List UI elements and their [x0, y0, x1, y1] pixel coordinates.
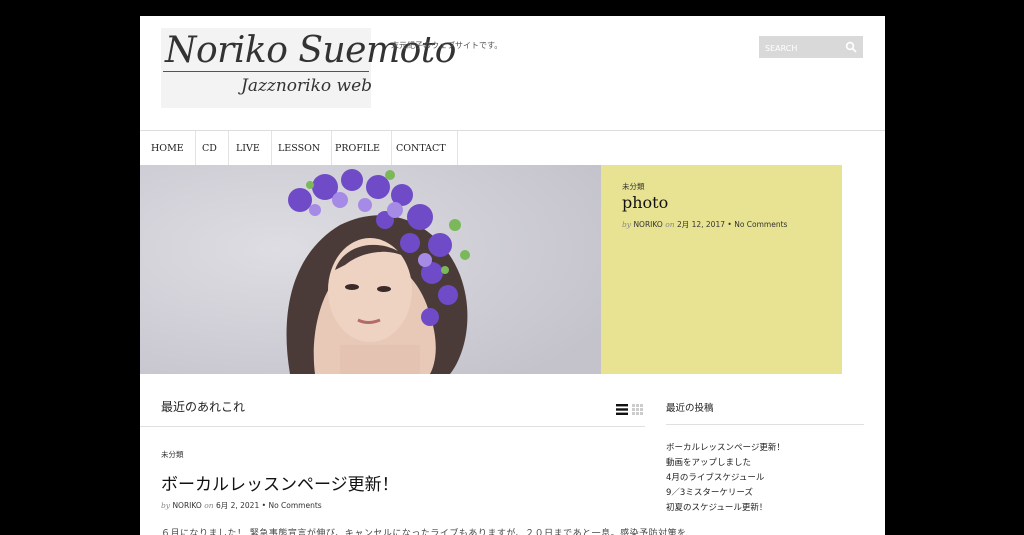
page: Noriko Suemoto Jazznoriko web 末元紀子のウェブサイ…	[140, 16, 885, 535]
post-meta: by NORIKO on 6月 2, 2021 • No Comments	[161, 500, 322, 511]
search-input[interactable]	[759, 37, 845, 60]
recent-posts-list: ボーカルレッスンページ更新！ 動画をアップしました 4月のライブスケジュール 9…	[666, 441, 785, 516]
section-title: 最近のあれこれ	[161, 400, 246, 414]
nav-profile[interactable]: PROFILE	[324, 131, 392, 166]
meta-comments[interactable]: No Comments	[268, 501, 321, 510]
nav-live[interactable]: LIVE	[225, 131, 272, 166]
meta-comments[interactable]: No Comments	[734, 220, 787, 229]
post-title[interactable]: ボーカルレッスンページ更新！	[161, 470, 399, 495]
hero-category[interactable]: 未分類	[622, 181, 645, 192]
recent-post-link[interactable]: 9／3ミスターケリーズ	[666, 486, 785, 501]
site-tagline: 末元紀子のウェブサイトです。	[391, 41, 503, 50]
hero-slide: 未分類 photo by NORIKO on 2月 12, 2017 • No …	[140, 165, 885, 374]
post-category[interactable]: 未分類	[161, 449, 184, 460]
sidebar-title: 最近の投稿	[666, 403, 714, 414]
meta-by: by	[622, 220, 632, 229]
nav-lesson[interactable]: LESSON	[267, 131, 333, 166]
meta-on: on	[204, 501, 214, 510]
logo-rule	[163, 71, 369, 72]
recent-post-link[interactable]: ボーカルレッスンページ更新！	[666, 441, 785, 456]
hero-title[interactable]: photo	[622, 193, 668, 212]
meta-date: 2月 12, 2017	[676, 220, 725, 229]
site-header: Noriko Suemoto Jazznoriko web 末元紀子のウェブサイ…	[140, 16, 885, 130]
recent-post-link[interactable]: 初夏のスケジュール更新！	[666, 501, 785, 516]
meta-author[interactable]: NORIKO	[633, 220, 662, 229]
hero-meta: by NORIKO on 2月 12, 2017 • No Comments	[622, 219, 787, 230]
hero-caption: 未分類 photo by NORIKO on 2月 12, 2017 • No …	[601, 165, 842, 374]
portrait-image	[140, 165, 601, 374]
recent-post-link[interactable]: 4月のライブスケジュール	[666, 471, 785, 486]
hero-photo[interactable]	[140, 165, 601, 374]
grid-view-icon[interactable]	[632, 404, 643, 415]
nav-contact[interactable]: CONTACT	[385, 131, 458, 166]
recent-post-link[interactable]: 動画をアップしました	[666, 456, 785, 471]
meta-sep: •	[261, 501, 267, 510]
meta-sep: •	[727, 220, 732, 229]
search-icon[interactable]	[845, 41, 857, 53]
meta-by: by	[161, 501, 171, 510]
nav-home[interactable]: HOME	[140, 131, 196, 166]
meta-date: 6月 2, 2021	[215, 501, 260, 510]
meta-author[interactable]: NORIKO	[172, 501, 201, 510]
section-divider	[140, 426, 645, 427]
sidebar-divider	[666, 424, 864, 425]
nav-cd[interactable]: CD	[191, 131, 229, 166]
main-nav: HOME CD LIVE LESSON PROFILE CONTACT	[140, 130, 885, 166]
post-excerpt: ６月になりました！ 緊急事態宣言が伸び、キャンセルになったライブもありますが、２…	[161, 529, 687, 535]
meta-on: on	[665, 220, 675, 229]
logo-subtitle: Jazznoriko web	[241, 76, 373, 96]
search-box	[759, 36, 863, 60]
site-logo[interactable]: Noriko Suemoto Jazznoriko web	[161, 28, 456, 108]
list-view-icon[interactable]	[616, 404, 628, 415]
